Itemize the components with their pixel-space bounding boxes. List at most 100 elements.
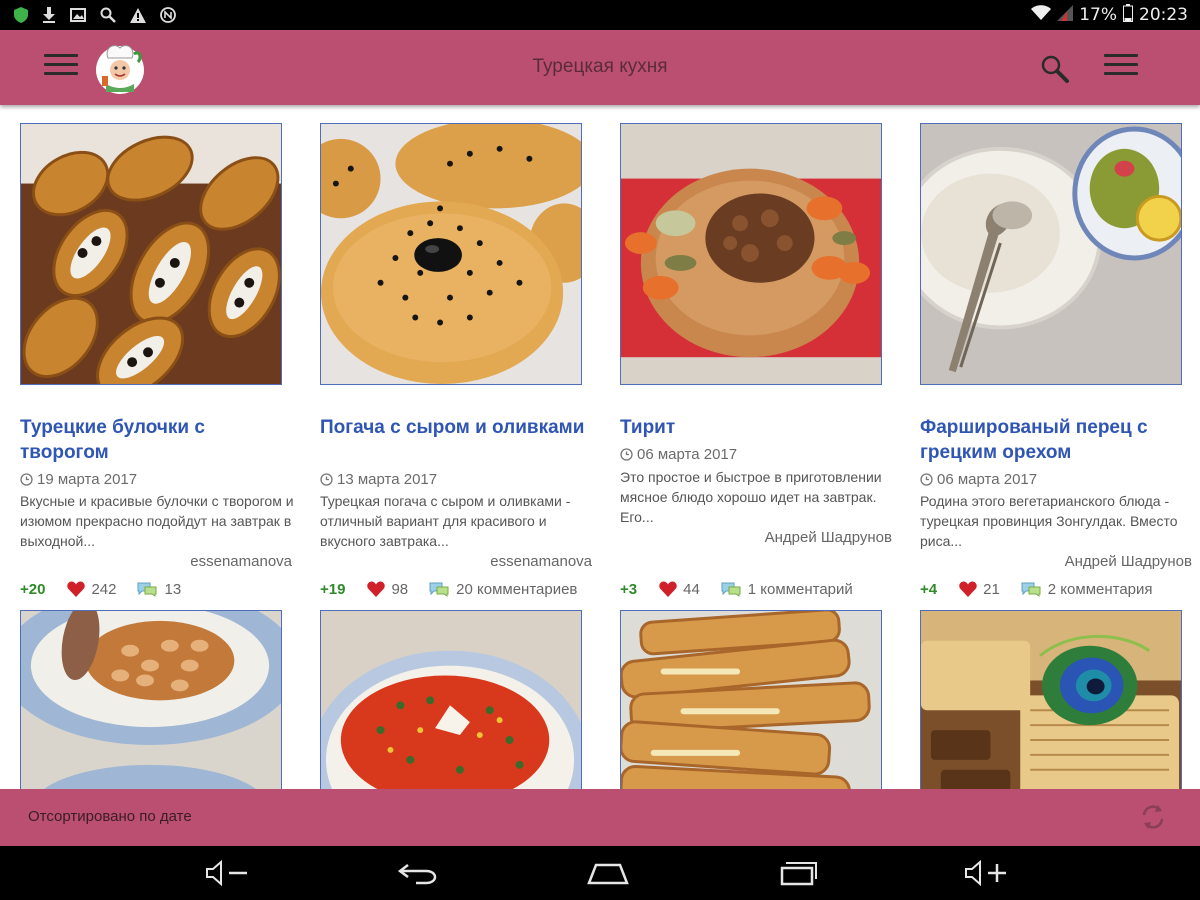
clock-icon (920, 473, 933, 486)
sort-bar: Отсортировано по дате (0, 789, 1200, 846)
overflow-menu-button[interactable] (1104, 54, 1138, 82)
recipe-date: 06 марта 2017 (620, 446, 737, 463)
home-button[interactable] (568, 846, 648, 900)
search-icon (100, 7, 116, 23)
recents-button[interactable] (758, 846, 838, 900)
recipe-title[interactable]: Фаршированый перец с грецким орехом (920, 415, 1190, 465)
comments-icon (429, 582, 449, 597)
recipe-photo[interactable] (620, 123, 882, 385)
comments[interactable]: 2 комментария (1020, 581, 1153, 598)
clock-icon (320, 473, 333, 486)
heart-icon (367, 581, 386, 597)
recipe-card[interactable] (620, 610, 900, 789)
refresh-icon (1142, 805, 1164, 829)
refresh-button[interactable] (1138, 802, 1168, 832)
recipe-card[interactable]: Погача с сыром и оливками 13 марта 2017 … (320, 123, 600, 603)
recipe-description: Родина этого вегетарианского блюда - тур… (920, 493, 1178, 549)
recipe-author[interactable]: essenamanova (392, 553, 592, 570)
clock-icon (20, 473, 33, 486)
search-button[interactable] (1040, 54, 1070, 84)
recipe-grid[interactable]: Турецкие булочки с творогом 19 марта 201… (0, 105, 1200, 789)
recipe-stats: +3 44 1 комментарий (620, 579, 853, 599)
volume-down-button[interactable] (187, 846, 267, 900)
likes-count: 98 (391, 580, 409, 598)
recipe-score: +4 (920, 580, 938, 598)
notification-icons (0, 7, 176, 23)
recipe-stats: +4 21 2 комментария (920, 579, 1153, 599)
download-icon (42, 7, 56, 23)
recipe-date-text: 13 марта 2017 (337, 471, 438, 488)
recipe-score: +20 (20, 580, 46, 598)
likes[interactable]: 21 (959, 581, 1000, 598)
back-icon (398, 864, 437, 885)
recipe-description: Вкусные и красивые булочки с творогом и … (20, 493, 294, 549)
sort-label[interactable]: Отсортировано по дате (28, 808, 192, 825)
comments-count: 13 (164, 580, 182, 598)
recipe-stats: +20 242 13 (20, 579, 181, 599)
status-bar: 17% 20:23 (0, 0, 1200, 30)
comments[interactable]: 13 (136, 581, 181, 598)
recipe-card[interactable] (20, 610, 300, 789)
recipe-stats: +19 98 20 комментариев (320, 579, 577, 599)
recipe-description: Это простое и быстрое в приготовлении мя… (620, 469, 882, 525)
back-button[interactable] (378, 846, 458, 900)
clock: 20:23 (1139, 5, 1188, 25)
comments[interactable]: 20 комментариев (428, 581, 577, 598)
recipe-card[interactable] (920, 610, 1200, 789)
likes[interactable]: 98 (367, 581, 408, 598)
comments-icon (137, 582, 157, 597)
recipe-author[interactable]: Андрей Шадрунов (992, 553, 1192, 570)
n-icon (160, 7, 176, 23)
search-icon (1041, 55, 1069, 83)
app-bar: Турецкая кухня (0, 30, 1200, 105)
wifi-icon (1031, 4, 1052, 26)
recipe-date: 13 марта 2017 (320, 471, 437, 488)
heart-icon (959, 581, 977, 597)
heart-icon (659, 581, 677, 597)
recipe-photo[interactable] (20, 123, 282, 385)
signal-icon (1057, 4, 1074, 26)
recipe-photo[interactable] (920, 123, 1182, 385)
battery-percent: 17% (1079, 5, 1117, 25)
comments-count: 1 комментарий (747, 580, 853, 598)
recipe-score: +19 (320, 580, 346, 598)
recipe-description: Турецкая погача с сыром и оливками - отл… (320, 493, 571, 549)
system-nav-bar (0, 846, 1200, 900)
recipe-photo[interactable] (320, 610, 582, 789)
likes[interactable]: 44 (659, 581, 700, 598)
recipe-score: +3 (620, 580, 638, 598)
image-icon (70, 8, 86, 22)
recipe-title[interactable]: Тирит (620, 415, 890, 440)
recipe-photo[interactable] (20, 610, 282, 789)
recipe-author[interactable]: essenamanova (92, 553, 292, 570)
comments-count: 2 комментария (1047, 580, 1153, 598)
comments[interactable]: 1 комментарий (720, 581, 853, 598)
recipe-card[interactable] (320, 610, 600, 789)
comments-icon (721, 582, 741, 597)
recipe-title[interactable]: Погача с сыром и оливками (320, 415, 590, 440)
warning-icon (130, 7, 146, 23)
clock-icon (620, 448, 633, 461)
likes-count: 21 (983, 580, 1000, 598)
recipe-card[interactable]: Тирит 06 марта 2017 Это простое и быстро… (620, 123, 900, 603)
volume-up-button[interactable] (946, 846, 1026, 900)
recipe-title[interactable]: Турецкие булочки с творогом (20, 415, 290, 465)
comments-count: 20 комментариев (456, 580, 578, 598)
recipe-date-text: 06 марта 2017 (937, 471, 1038, 488)
recipe-photo[interactable] (920, 610, 1182, 789)
recipe-photo[interactable] (320, 123, 582, 385)
recipe-author[interactable]: Андрей Шадрунов (692, 529, 892, 546)
recipe-date: 06 марта 2017 (920, 471, 1037, 488)
page-title: Турецкая кухня (532, 56, 668, 77)
recipe-card[interactable]: Фаршированый перец с грецким орехом 06 м… (920, 123, 1200, 603)
volume-down-icon (206, 860, 247, 886)
likes-count: 242 (91, 580, 117, 598)
recents-icon (780, 862, 817, 886)
comments-icon (1021, 582, 1041, 597)
likes[interactable]: 242 (67, 581, 116, 598)
volume-up-icon (965, 860, 1006, 886)
likes-count: 44 (683, 580, 700, 598)
recipe-card[interactable]: Турецкие булочки с творогом 19 марта 201… (20, 123, 300, 603)
recipe-photo[interactable] (620, 610, 882, 789)
recipe-date: 19 марта 2017 (20, 471, 137, 488)
